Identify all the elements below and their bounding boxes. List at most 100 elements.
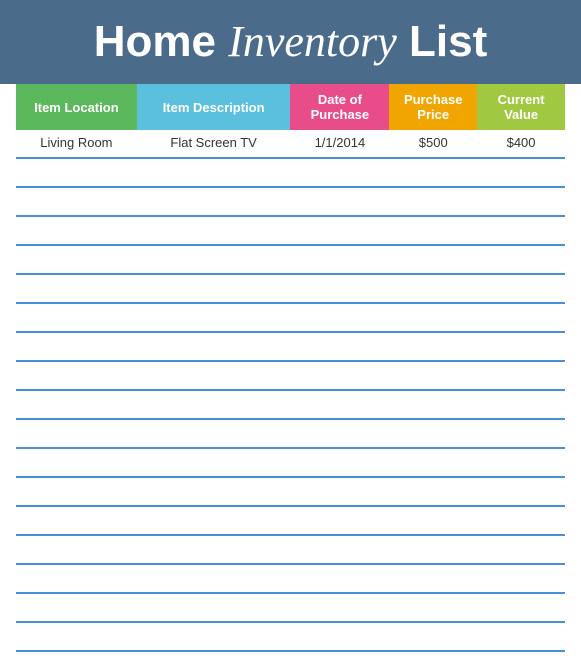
cell-date bbox=[290, 535, 389, 564]
cell-date bbox=[290, 506, 389, 535]
cell-purchase_price bbox=[389, 593, 477, 622]
col-header-current: Current Value bbox=[477, 84, 565, 130]
cell-location bbox=[16, 593, 137, 622]
cell-location bbox=[16, 187, 137, 216]
cell-description bbox=[137, 593, 291, 622]
title-word-home: Home bbox=[94, 17, 216, 66]
cell-location bbox=[16, 564, 137, 593]
cell-current_value bbox=[477, 361, 565, 390]
table-row bbox=[16, 564, 565, 593]
table-row bbox=[16, 303, 565, 332]
cell-location bbox=[16, 448, 137, 477]
cell-purchase_price bbox=[389, 506, 477, 535]
cell-current_value bbox=[477, 303, 565, 332]
cell-description bbox=[137, 332, 291, 361]
cell-date bbox=[290, 448, 389, 477]
table-row bbox=[16, 245, 565, 274]
table-row bbox=[16, 477, 565, 506]
cell-location bbox=[16, 216, 137, 245]
table-row bbox=[16, 274, 565, 303]
cell-purchase_price bbox=[389, 477, 477, 506]
cell-description bbox=[137, 245, 291, 274]
cell-purchase_price bbox=[389, 187, 477, 216]
table-row bbox=[16, 158, 565, 187]
cell-purchase_price: $500 bbox=[389, 130, 477, 158]
cell-date bbox=[290, 477, 389, 506]
cell-current_value bbox=[477, 332, 565, 361]
col-header-purchase: Purchase Price bbox=[389, 84, 477, 130]
cell-date bbox=[290, 419, 389, 448]
cell-purchase_price bbox=[389, 361, 477, 390]
cell-purchase_price bbox=[389, 419, 477, 448]
cell-description bbox=[137, 303, 291, 332]
cell-date bbox=[290, 187, 389, 216]
cell-description bbox=[137, 506, 291, 535]
cell-description bbox=[137, 187, 291, 216]
cell-purchase_price bbox=[389, 622, 477, 651]
cell-current_value bbox=[477, 622, 565, 651]
cell-current_value bbox=[477, 506, 565, 535]
cell-date bbox=[290, 158, 389, 187]
cell-purchase_price bbox=[389, 245, 477, 274]
cell-date bbox=[290, 303, 389, 332]
table-row bbox=[16, 506, 565, 535]
cell-description bbox=[137, 361, 291, 390]
cell-description: Flat Screen TV bbox=[137, 130, 291, 158]
cell-date bbox=[290, 361, 389, 390]
cell-current_value bbox=[477, 448, 565, 477]
cell-current_value bbox=[477, 158, 565, 187]
col-header-date: Date of Purchase bbox=[290, 84, 389, 130]
table-row bbox=[16, 216, 565, 245]
cell-description bbox=[137, 216, 291, 245]
cell-location bbox=[16, 158, 137, 187]
col-header-location: Item Location bbox=[16, 84, 137, 130]
inventory-table: Item Location Item Description Date of P… bbox=[16, 84, 565, 652]
cell-location bbox=[16, 245, 137, 274]
table-row bbox=[16, 419, 565, 448]
cell-current_value bbox=[477, 477, 565, 506]
table-row bbox=[16, 187, 565, 216]
cell-location bbox=[16, 361, 137, 390]
cell-current_value bbox=[477, 245, 565, 274]
cell-purchase_price bbox=[389, 332, 477, 361]
col-header-description: Item Description bbox=[137, 84, 291, 130]
table-row bbox=[16, 535, 565, 564]
table-row bbox=[16, 622, 565, 651]
table-row bbox=[16, 332, 565, 361]
cell-date bbox=[290, 332, 389, 361]
cell-date bbox=[290, 245, 389, 274]
cell-location bbox=[16, 332, 137, 361]
table-container: Item Location Item Description Date of P… bbox=[0, 84, 581, 668]
cell-location bbox=[16, 506, 137, 535]
cell-description bbox=[137, 158, 291, 187]
cell-description bbox=[137, 390, 291, 419]
table-row bbox=[16, 593, 565, 622]
cell-current_value bbox=[477, 593, 565, 622]
cell-current_value bbox=[477, 187, 565, 216]
cell-location bbox=[16, 419, 137, 448]
cell-purchase_price bbox=[389, 448, 477, 477]
cell-description bbox=[137, 564, 291, 593]
cell-current_value bbox=[477, 216, 565, 245]
cell-date bbox=[290, 622, 389, 651]
table-row bbox=[16, 448, 565, 477]
cell-current_value bbox=[477, 274, 565, 303]
cell-current_value bbox=[477, 390, 565, 419]
cell-purchase_price bbox=[389, 535, 477, 564]
cell-date bbox=[290, 274, 389, 303]
cell-purchase_price bbox=[389, 303, 477, 332]
cell-purchase_price bbox=[389, 158, 477, 187]
cell-purchase_price bbox=[389, 216, 477, 245]
cell-location bbox=[16, 622, 137, 651]
cell-location bbox=[16, 390, 137, 419]
cell-description bbox=[137, 419, 291, 448]
cell-description bbox=[137, 274, 291, 303]
cell-purchase_price bbox=[389, 564, 477, 593]
cell-description bbox=[137, 448, 291, 477]
cell-location bbox=[16, 477, 137, 506]
cell-location bbox=[16, 303, 137, 332]
table-row: Living RoomFlat Screen TV1/1/2014$500$40… bbox=[16, 130, 565, 158]
page-container: Home Inventory List Item Location Item D… bbox=[0, 0, 581, 668]
page-title: Home Inventory List bbox=[24, 18, 557, 66]
cell-description bbox=[137, 535, 291, 564]
